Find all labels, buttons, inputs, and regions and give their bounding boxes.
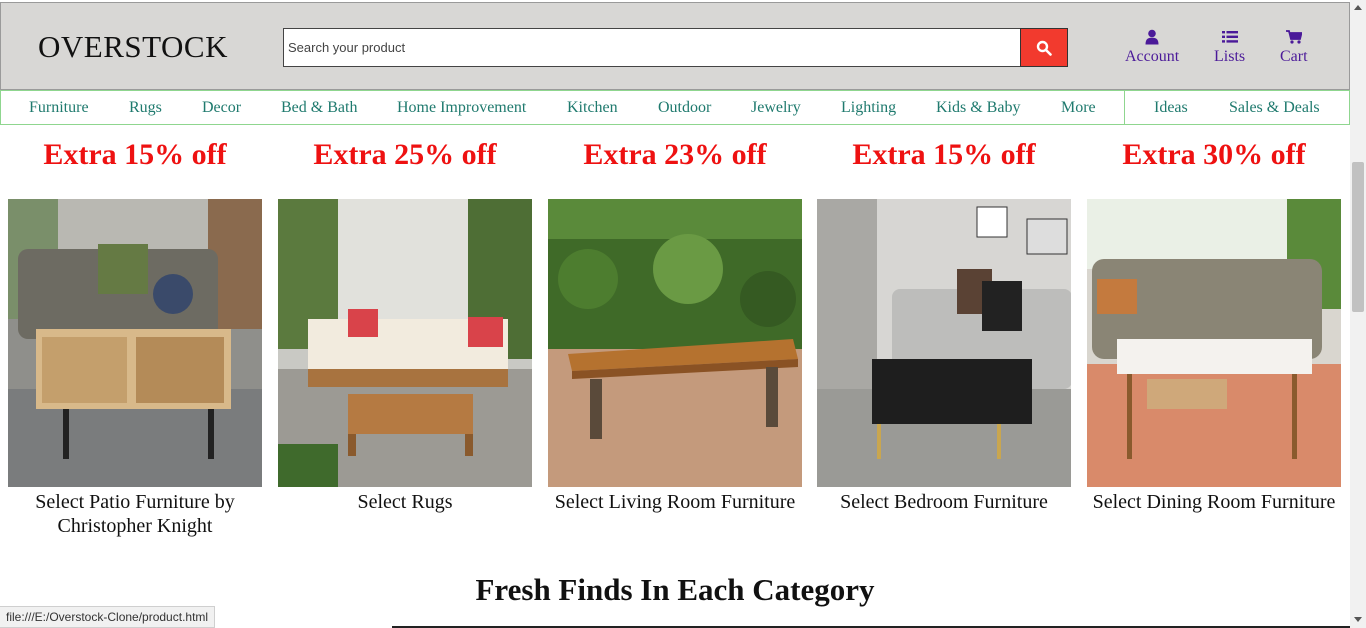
user-icon bbox=[1145, 29, 1159, 45]
section-title: Fresh Finds In Each Category bbox=[475, 572, 875, 607]
nav-jewelry[interactable]: Jewelry bbox=[751, 99, 801, 117]
deal-caption[interactable]: Select Rugs bbox=[270, 490, 540, 514]
nav-furniture[interactable]: Furniture bbox=[29, 99, 89, 117]
deal-title: Extra 15% off bbox=[43, 138, 227, 171]
patio-sofa-set-image[interactable] bbox=[278, 199, 532, 487]
cart-icon bbox=[1285, 30, 1302, 44]
site-logo[interactable]: OVERSTOCK bbox=[38, 29, 228, 65]
scroll-up-icon[interactable] bbox=[1354, 5, 1362, 10]
deal-card[interactable]: Extra 15% off Select Bedroom Furniture bbox=[817, 138, 1071, 513]
nav-rugs[interactable]: Rugs bbox=[129, 99, 162, 117]
search-input[interactable] bbox=[283, 28, 1021, 67]
cart-link[interactable]: Cart bbox=[1280, 29, 1308, 66]
deal-card[interactable]: Extra 15% off Select Patio Furniture by … bbox=[8, 138, 262, 537]
lists-label: Lists bbox=[1214, 48, 1246, 65]
nav-bed-bath[interactable]: Bed & Bath bbox=[281, 99, 357, 117]
cart-label: Cart bbox=[1280, 48, 1308, 65]
coffee-table-image[interactable] bbox=[8, 199, 262, 487]
nav-lighting[interactable]: Lighting bbox=[841, 99, 896, 117]
nav-home-improvement[interactable]: Home Improvement bbox=[397, 99, 526, 117]
nav-decor[interactable]: Decor bbox=[202, 99, 241, 117]
nav-sales-deals[interactable]: Sales & Deals bbox=[1229, 99, 1320, 117]
nav-kids-baby[interactable]: Kids & Baby bbox=[936, 99, 1020, 117]
deal-card[interactable]: Extra 25% off Select Rugs bbox=[278, 138, 532, 513]
nav-ideas[interactable]: Ideas bbox=[1154, 99, 1188, 117]
page-scrollbar[interactable] bbox=[1350, 0, 1366, 628]
scroll-down-icon[interactable] bbox=[1354, 617, 1362, 622]
deal-title: Extra 25% off bbox=[313, 138, 497, 171]
deal-caption[interactable]: Select Bedroom Furniture bbox=[809, 490, 1079, 514]
black-coffee-table-image[interactable] bbox=[817, 199, 1071, 487]
deal-title: Extra 15% off bbox=[852, 138, 1036, 171]
deal-title: Extra 23% off bbox=[583, 138, 767, 171]
nav-outdoor[interactable]: Outdoor bbox=[658, 99, 711, 117]
wooden-bench-image[interactable] bbox=[548, 199, 802, 487]
deal-caption[interactable]: Select Dining Room Furniture bbox=[1079, 490, 1349, 514]
lists-link[interactable]: Lists bbox=[1214, 29, 1245, 66]
browser-status-bar: file:///E:/Overstock-Clone/product.html bbox=[0, 606, 216, 628]
nav-divider bbox=[1124, 91, 1125, 124]
list-icon bbox=[1221, 31, 1238, 43]
deal-card[interactable]: Extra 23% off Select Living Room Furnitu… bbox=[548, 138, 802, 513]
deal-caption[interactable]: Select Patio Furniture by Christopher Kn… bbox=[0, 490, 270, 538]
white-coffee-table-image[interactable] bbox=[1087, 199, 1341, 487]
site-header: OVERSTOCK Account Lists Cart bbox=[0, 2, 1350, 90]
account-link[interactable]: Account bbox=[1125, 29, 1179, 66]
scrollbar-thumb[interactable] bbox=[1352, 162, 1364, 312]
category-nav: Furniture Rugs Decor Bed & Bath Home Imp… bbox=[0, 90, 1350, 125]
nav-kitchen[interactable]: Kitchen bbox=[567, 99, 618, 117]
deal-title: Extra 30% off bbox=[1122, 138, 1306, 171]
deal-card[interactable]: Extra 30% off Select Dining Room Furnitu… bbox=[1087, 138, 1341, 513]
deal-caption[interactable]: Select Living Room Furniture bbox=[540, 490, 810, 514]
search-button[interactable] bbox=[1020, 28, 1068, 67]
account-label: Account bbox=[1125, 48, 1180, 65]
search-icon bbox=[1036, 40, 1052, 56]
nav-more[interactable]: More bbox=[1061, 99, 1096, 117]
